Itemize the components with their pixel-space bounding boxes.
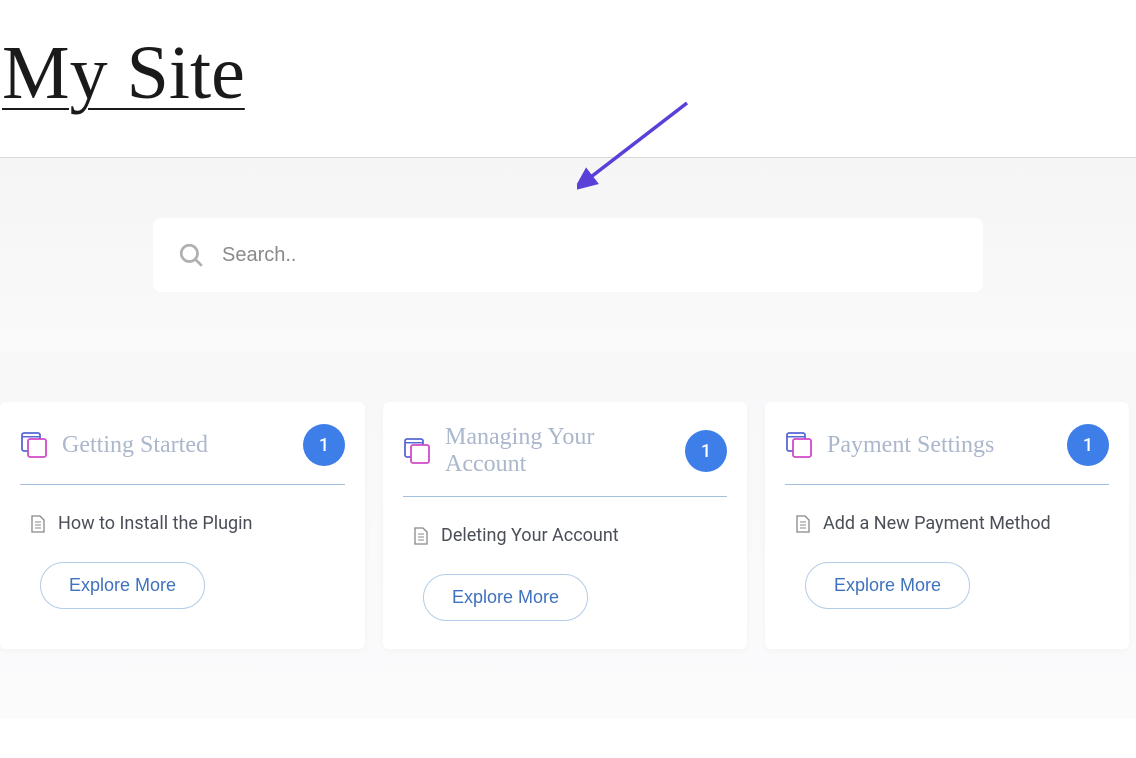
count-badge: 1 — [685, 430, 727, 472]
cards-section: Getting Started 1 How to Install the Plu… — [0, 352, 1136, 719]
card-article-link[interactable]: Deleting Your Account — [403, 525, 727, 546]
header: My Site — [0, 0, 1136, 158]
card-article-link[interactable]: How to Install the Plugin — [20, 513, 345, 534]
card-article-link[interactable]: Add a New Payment Method — [785, 513, 1109, 534]
article-title: Add a New Payment Method — [823, 513, 1051, 534]
document-icon — [795, 515, 811, 533]
document-icon — [30, 515, 46, 533]
card-getting-started: Getting Started 1 How to Install the Plu… — [0, 402, 365, 649]
search-input[interactable] — [222, 244, 958, 267]
card-title: Managing Your Account — [445, 424, 671, 478]
docs-icon — [785, 431, 813, 459]
article-title: Deleting Your Account — [441, 525, 619, 546]
site-title[interactable]: My Site — [0, 30, 1136, 117]
card-header: Payment Settings 1 — [785, 424, 1109, 485]
count-badge: 1 — [1067, 424, 1109, 466]
search-section — [0, 158, 1136, 352]
card-title: Getting Started — [62, 432, 289, 459]
card-managing-account: Managing Your Account 1 Deleting Your Ac… — [383, 402, 747, 649]
search-box[interactable] — [153, 218, 983, 292]
card-payment-settings: Payment Settings 1 Add a New Payment Met… — [765, 402, 1129, 649]
explore-more-button[interactable]: Explore More — [805, 562, 970, 609]
search-icon — [178, 242, 204, 268]
explore-more-button[interactable]: Explore More — [40, 562, 205, 609]
docs-icon — [20, 431, 48, 459]
card-header: Managing Your Account 1 — [403, 424, 727, 497]
document-icon — [413, 527, 429, 545]
explore-more-button[interactable]: Explore More — [423, 574, 588, 621]
count-badge: 1 — [303, 424, 345, 466]
card-title: Payment Settings — [827, 432, 1053, 459]
article-title: How to Install the Plugin — [58, 513, 252, 534]
docs-icon — [403, 437, 431, 465]
card-header: Getting Started 1 — [20, 424, 345, 485]
